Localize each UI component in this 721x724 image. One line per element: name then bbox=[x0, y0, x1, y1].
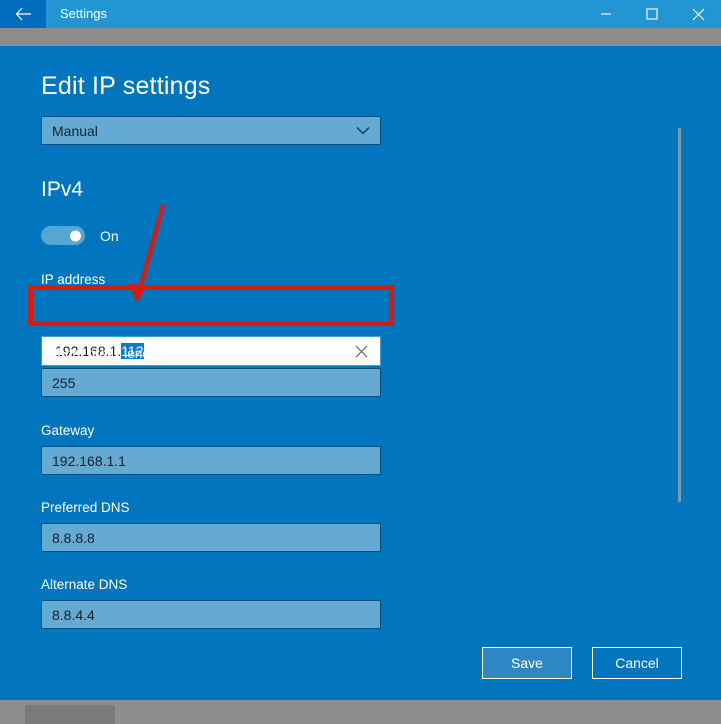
subnet-prefix-length-label: Subnet prefix length bbox=[41, 346, 162, 361]
subnet-prefix-length-value: 255 bbox=[52, 374, 76, 391]
subnet-prefix-length-field[interactable]: 255 bbox=[41, 368, 381, 397]
save-button[interactable]: Save bbox=[482, 647, 572, 679]
gateway-field[interactable]: 192.168.1.1 bbox=[41, 446, 381, 475]
back-button[interactable] bbox=[0, 0, 46, 28]
ipv4-toggle-row: On bbox=[41, 226, 119, 245]
back-arrow-icon bbox=[15, 7, 32, 21]
chevron-down-icon bbox=[356, 126, 380, 135]
ip-assignment-dropdown[interactable]: Manual bbox=[41, 116, 381, 145]
ipv4-toggle-state: On bbox=[100, 227, 119, 244]
preferred-dns-value: 8.8.8.8 bbox=[52, 529, 95, 546]
gateway-value: 192.168.1.1 bbox=[52, 452, 126, 469]
settings-content: Edit IP settings Manual IPv4 On IP addre… bbox=[0, 46, 721, 700]
maximize-icon bbox=[646, 8, 658, 20]
cancel-button[interactable]: Cancel bbox=[592, 647, 682, 679]
taskbar-item[interactable] bbox=[25, 705, 115, 724]
taskbar bbox=[0, 700, 721, 724]
alternate-dns-label: Alternate DNS bbox=[41, 577, 128, 592]
close-button[interactable] bbox=[675, 0, 721, 28]
preferred-dns-field[interactable]: 8.8.8.8 bbox=[41, 523, 381, 552]
maximize-button[interactable] bbox=[629, 0, 675, 28]
ip-address-label: IP address bbox=[41, 272, 106, 287]
ip-assignment-value: Manual bbox=[52, 122, 98, 139]
ipv4-section-title: IPv4 bbox=[41, 178, 84, 201]
settings-window: Settings Edit IP settings Manual IPv4 On… bbox=[0, 0, 721, 724]
alternate-dns-value: 8.8.4.4 bbox=[52, 606, 95, 623]
window-title: Settings bbox=[60, 6, 107, 21]
window-chrome-strip bbox=[0, 28, 721, 46]
window-controls bbox=[583, 0, 721, 28]
preferred-dns-label: Preferred DNS bbox=[41, 500, 130, 515]
scrollbar-thumb[interactable] bbox=[678, 128, 681, 502]
clear-icon[interactable] bbox=[355, 345, 380, 358]
page-title: Edit IP settings bbox=[41, 72, 211, 100]
gateway-label: Gateway bbox=[41, 423, 95, 438]
minimize-button[interactable] bbox=[583, 0, 629, 28]
title-bar: Settings bbox=[0, 0, 721, 28]
minimize-icon bbox=[600, 8, 612, 20]
alternate-dns-field[interactable]: 8.8.4.4 bbox=[41, 600, 381, 629]
ipv4-toggle[interactable] bbox=[41, 226, 85, 245]
toggle-knob bbox=[70, 230, 81, 241]
close-icon bbox=[692, 8, 705, 21]
